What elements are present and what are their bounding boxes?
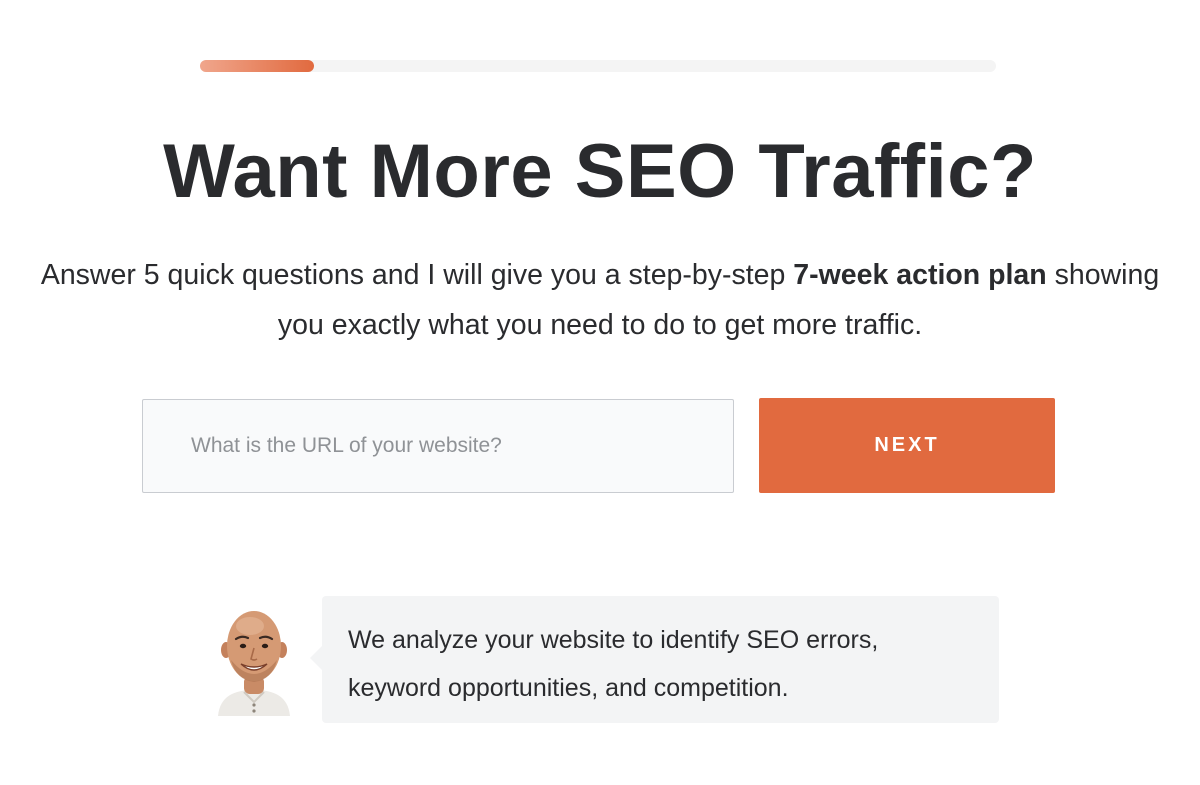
- website-url-input[interactable]: [142, 399, 734, 493]
- bubble-tail: [310, 646, 322, 670]
- progress-bar: [200, 60, 996, 72]
- person-avatar-icon: [218, 611, 290, 716]
- progress-bar-fill: [200, 60, 314, 72]
- subtitle-highlight: 7-week action plan: [793, 259, 1047, 291]
- quiz-page: Want More SEO Traffic? Answer 5 quick qu…: [0, 0, 1200, 785]
- avatar: [214, 604, 294, 716]
- info-bubble: We analyze your website to identify SEO …: [310, 596, 999, 723]
- subtitle-text-start: Answer 5 quick questions and I will give…: [40, 259, 794, 291]
- page-title: Want More SEO Traffic?: [163, 129, 1037, 214]
- info-message: We analyze your website to identify SEO …: [348, 626, 879, 702]
- page-subtitle: Answer 5 quick questions and I will give…: [30, 250, 1170, 350]
- next-button[interactable]: NEXT: [759, 398, 1055, 493]
